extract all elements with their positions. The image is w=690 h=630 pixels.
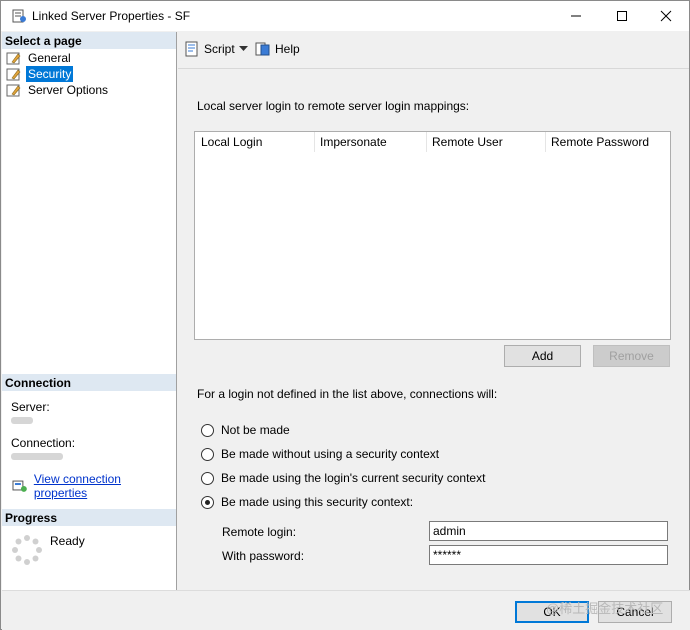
page-label-server-options: Server Options xyxy=(28,83,109,97)
server-value-redacted xyxy=(11,417,33,424)
radio-label: Be made without using a security context xyxy=(221,447,440,461)
wrench-page-icon xyxy=(6,52,21,65)
radio-circle-checked xyxy=(201,495,214,509)
password-label: With password: xyxy=(222,549,305,563)
connection-value-redacted xyxy=(11,453,63,460)
left-pane: Select a page General Security Server Op… xyxy=(2,32,177,590)
security-page: Local server login to remote server logi… xyxy=(178,70,689,590)
page-item-general[interactable]: General xyxy=(6,50,73,66)
window-title: Linked Server Properties - SF xyxy=(32,9,191,23)
wrench-page-icon xyxy=(6,68,21,81)
help-button[interactable]: Help xyxy=(255,41,300,57)
column-impersonate[interactable]: Impersonate xyxy=(314,132,427,152)
radio-not-be-made[interactable]: Not be made xyxy=(201,423,290,437)
progress-status: Ready xyxy=(50,534,85,548)
close-button[interactable] xyxy=(643,1,689,31)
help-icon xyxy=(255,42,270,56)
remote-login-label: Remote login: xyxy=(222,525,297,539)
column-local-login[interactable]: Local Login xyxy=(195,132,315,152)
radio-circle xyxy=(201,471,214,485)
login-mappings-label: Local server login to remote server logi… xyxy=(197,99,470,113)
progress-spinner-icon xyxy=(12,535,42,565)
title-bar: Linked Server Properties - SF xyxy=(1,1,689,31)
radio-this-security-context[interactable]: Be made using this security context: xyxy=(201,495,413,509)
select-page-header: Select a page xyxy=(2,32,176,49)
radio-without-security-context[interactable]: Be made without using a security context xyxy=(201,447,439,461)
script-dropdown-icon[interactable] xyxy=(239,46,248,52)
radio-current-security-context[interactable]: Be made using the login's current securi… xyxy=(201,471,485,485)
radio-circle xyxy=(201,447,214,461)
help-label: Help xyxy=(275,42,300,56)
remove-button[interactable]: Remove xyxy=(593,345,670,367)
remote-login-input[interactable]: admin xyxy=(429,521,668,541)
radio-label: Be made using the login's current securi… xyxy=(221,471,486,485)
toolbar: Script Help xyxy=(178,32,689,69)
page-item-server-options[interactable]: Server Options xyxy=(6,82,110,98)
view-connection-properties-text: View connection properties xyxy=(33,472,121,500)
page-label-security: Security xyxy=(26,66,74,82)
column-remote-password[interactable]: Remote Password xyxy=(545,132,670,152)
radio-label: Be made using this security context: xyxy=(221,495,414,509)
watermark: @稀土掘金技术社区 xyxy=(546,601,664,616)
server-properties-icon xyxy=(12,9,26,23)
dialog-window: Linked Server Properties - SF Select a p… xyxy=(0,0,690,630)
minimize-button[interactable] xyxy=(553,1,599,31)
view-connection-properties-link[interactable]: View connection properties xyxy=(12,472,176,500)
maximize-button[interactable] xyxy=(599,1,645,31)
script-icon xyxy=(185,41,198,57)
radio-label: Not be made xyxy=(221,423,290,437)
undefined-login-label: For a login not defined in the list abov… xyxy=(197,387,498,401)
list-header: Local Login Impersonate Remote User Remo… xyxy=(195,132,670,152)
connection-label: Connection: xyxy=(11,436,76,450)
server-label: Server: xyxy=(11,400,50,414)
close-icon xyxy=(660,10,672,22)
login-mappings-list[interactable]: Local Login Impersonate Remote User Remo… xyxy=(194,131,671,340)
page-item-security[interactable]: Security xyxy=(6,66,74,82)
minimize-icon xyxy=(571,15,581,17)
page-label-general: General xyxy=(28,51,71,65)
connection-properties-icon xyxy=(12,480,27,492)
script-button[interactable]: Script xyxy=(184,41,235,57)
script-label: Script xyxy=(204,42,235,56)
password-input[interactable]: ****** xyxy=(429,545,668,565)
add-button[interactable]: Add xyxy=(504,345,581,367)
progress-header: Progress xyxy=(2,509,176,526)
column-remote-user[interactable]: Remote User xyxy=(426,132,546,152)
maximize-icon xyxy=(617,11,627,21)
connection-header: Connection xyxy=(2,374,176,391)
radio-circle xyxy=(201,423,214,437)
wrench-page-icon xyxy=(6,84,21,97)
